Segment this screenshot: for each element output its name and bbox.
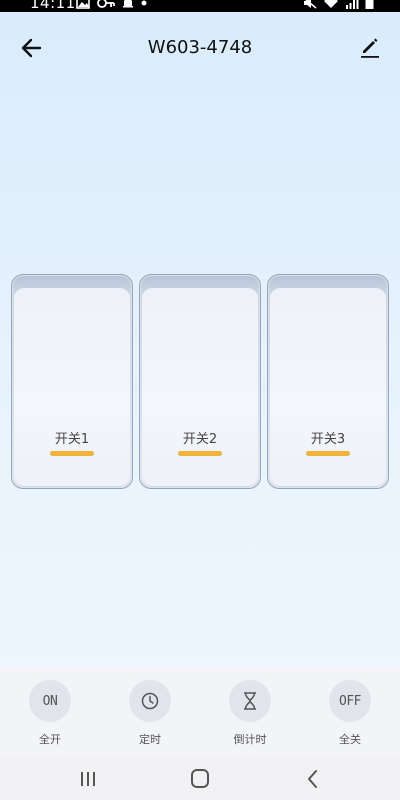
all-on-label: 全开 <box>39 733 61 746</box>
battery-icon <box>365 0 374 9</box>
status-time: 14:11 <box>30 0 76 12</box>
status-left-icons <box>76 0 147 9</box>
edit-pencil-icon <box>361 38 379 58</box>
recent-apps-button[interactable] <box>68 765 108 793</box>
all-off-label: 全关 <box>339 733 361 746</box>
on-icon: ON <box>29 680 71 722</box>
switch-button-face[interactable] <box>142 288 258 486</box>
countdown-button[interactable]: 倒计时 <box>210 667 290 757</box>
back-icon <box>308 770 317 788</box>
switch-3[interactable]: 开关3 <box>267 274 389 489</box>
switch-indicator-bar <box>50 451 94 456</box>
gallery-icon <box>76 0 90 9</box>
bottom-action-bar: ON 全开 定时 倒计时 OFF 全关 <box>0 667 400 757</box>
switch-1[interactable]: 开关1 <box>11 274 133 489</box>
switch-indicator-bar <box>306 451 350 456</box>
clock-icon <box>141 692 159 710</box>
switch-2[interactable]: 开关2 <box>139 274 261 489</box>
switch-indicator-bar <box>178 451 222 456</box>
switch-button-face[interactable] <box>270 288 386 486</box>
status-bar: 14:11 <box>0 0 400 12</box>
hourglass-icon <box>244 692 256 710</box>
hourglass-icon-container <box>229 680 271 722</box>
timer-label: 定时 <box>139 733 161 746</box>
signal-icon <box>346 0 359 9</box>
clock-icon-container <box>129 680 171 722</box>
switch-label: 开关1 <box>54 432 90 447</box>
recent-apps-icon <box>81 772 95 786</box>
all-on-button[interactable]: ON 全开 <box>10 667 90 757</box>
dot-icon <box>141 0 147 5</box>
top-app-bar: W603-4748 <box>0 28 400 68</box>
off-icon-text: OFF <box>339 693 361 709</box>
status-right-icons <box>303 0 374 9</box>
switch-label: 开关2 <box>182 432 218 447</box>
key-icon <box>97 0 115 8</box>
on-icon-text: ON <box>42 693 58 709</box>
switch-label: 开关3 <box>310 432 346 447</box>
mute-icon <box>304 0 317 9</box>
page-title: W603-4748 <box>147 37 253 58</box>
system-nav-bar <box>0 757 400 800</box>
home-icon <box>191 769 209 788</box>
home-button[interactable] <box>180 765 220 793</box>
nav-back-button[interactable] <box>293 765 333 793</box>
all-off-button[interactable]: OFF 全关 <box>310 667 390 757</box>
timer-button[interactable]: 定时 <box>110 667 190 757</box>
screen: 14:11 W603-4748 开关1 开关2 开关3 ON 全开 定时 倒计时… <box>0 0 400 800</box>
switch-button-face[interactable] <box>14 288 130 486</box>
countdown-label: 倒计时 <box>233 733 267 746</box>
off-icon: OFF <box>329 680 371 722</box>
notification-bell-icon <box>123 0 133 8</box>
edit-button[interactable] <box>358 36 382 60</box>
wifi-icon <box>324 0 338 8</box>
